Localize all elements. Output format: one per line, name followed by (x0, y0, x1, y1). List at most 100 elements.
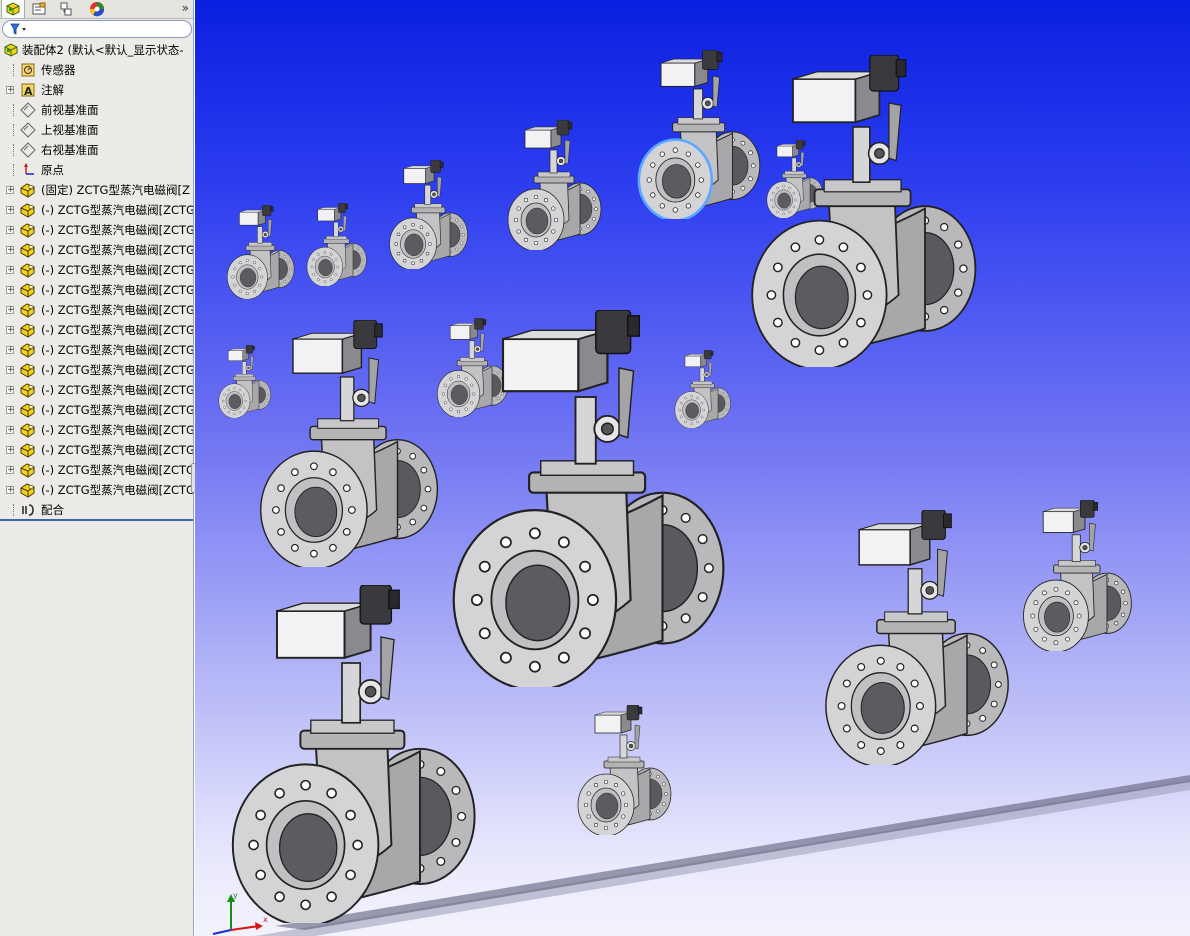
expand-toggle-icon[interactable]: + (6, 406, 15, 415)
panel-tab-bar: » (0, 0, 193, 19)
tree-connector (13, 504, 15, 516)
tree-item[interactable]: + (-) ZCTG型蒸汽电磁阀[ZCTG (0, 480, 193, 500)
tree-item[interactable]: + (-) ZCTG型蒸汽电磁阀[ZCTG (0, 420, 193, 440)
mates-icon (22, 504, 34, 516)
valve-model[interactable] (445, 309, 735, 691)
tree-filter-input[interactable] (2, 20, 192, 38)
axis-triad-icon: y x (212, 891, 268, 935)
assembly-icon (4, 43, 18, 57)
tree-item[interactable]: 前视基准面 (0, 100, 193, 120)
tree-item[interactable]: + (-) ZCTG型蒸汽电磁阀[ZCTG (0, 400, 193, 420)
valve-model[interactable] (1020, 499, 1136, 655)
valve-model[interactable] (745, 54, 985, 371)
expand-toggle-icon[interactable]: + (6, 426, 15, 435)
tree-item[interactable]: 上视基准面 (0, 120, 193, 140)
valve-model[interactable] (225, 584, 485, 927)
tree-item[interactable]: + (-) ZCTG型蒸汽电磁阀[ZCTG (0, 200, 193, 220)
valve-model[interactable] (225, 204, 297, 303)
tree-item-label: (-) ZCTG型蒸汽电磁阀[ZCTG (41, 483, 194, 497)
tree-item[interactable]: + A 注解 (0, 80, 193, 100)
tree-item-label: (-) ZCTG型蒸汽电磁阀[ZCTG (41, 203, 194, 217)
valve-model[interactable] (820, 509, 1016, 769)
annotation-icon: A (21, 83, 35, 98)
feature-manager-panel: » 装配体2 (默认<默认_显示状态- 传感器 + A 注解前视基准面 上视基准面 右视基… (0, 0, 194, 936)
tree-end-divider (0, 519, 193, 521)
part-icon (20, 183, 35, 198)
svg-text:y: y (233, 891, 238, 900)
tree-item[interactable]: 原点 (0, 160, 193, 180)
valve-model[interactable] (305, 202, 369, 290)
expand-toggle-icon[interactable]: + (6, 446, 15, 455)
configurationmanager-icon (60, 2, 72, 15)
part-icon (20, 443, 35, 458)
part-icon (20, 243, 35, 258)
tree-item[interactable]: + (-) ZCTG型蒸汽电磁阀[ZCTG (0, 280, 193, 300)
tree-item-label: (-) ZCTG型蒸汽电磁阀[ZCTG (41, 283, 194, 297)
tree-item[interactable]: + (固定) ZCTG型蒸汽电磁阀[Z (0, 180, 193, 200)
tree-root-assembly[interactable]: 装配体2 (默认<默认_显示状态- (0, 40, 193, 60)
expand-toggle-icon[interactable]: + (6, 286, 15, 295)
expand-toggle-icon[interactable]: + (6, 486, 15, 495)
expand-toggle-icon[interactable]: + (6, 346, 15, 355)
tree-connector (13, 144, 15, 156)
tree-root-label: 装配体2 (默认<默认_显示状态- (22, 43, 184, 57)
svg-text:x: x (263, 915, 268, 924)
expand-toggle-icon[interactable]: + (6, 186, 15, 195)
expand-panel-button[interactable]: » (182, 0, 189, 16)
part-icon (20, 283, 35, 298)
tree-item[interactable]: 配合 (0, 500, 193, 520)
graphics-area[interactable]: y x (195, 0, 1190, 936)
tree-item[interactable]: + (-) ZCTG型蒸汽电磁阀[ZCTG (0, 340, 193, 360)
part-icon (20, 303, 35, 318)
tree-item[interactable]: + (-) ZCTG型蒸汽电磁阀[ZCTG (0, 440, 193, 460)
valve-model[interactable] (575, 704, 675, 839)
propertymanager-icon (32, 2, 46, 14)
expand-toggle-icon[interactable]: + (6, 246, 15, 255)
tree-item-label: (-) ZCTG型蒸汽电磁阀[ZCTG (41, 343, 194, 357)
display-manager-icon (89, 1, 105, 16)
tree-item[interactable]: + (-) ZCTG型蒸汽电磁阀[ZCTG (0, 320, 193, 340)
expand-toggle-icon[interactable]: + (6, 206, 15, 215)
tree-item[interactable]: + (-) ZCTG型蒸汽电磁阀[ZCTG (0, 360, 193, 380)
valve-model[interactable] (505, 119, 605, 254)
expand-toggle-icon[interactable]: + (6, 386, 15, 395)
tree-item-label: (-) ZCTG型蒸汽电磁阀[ZCTG (41, 463, 194, 477)
tree-connector (13, 104, 15, 116)
tree-item-label: (固定) ZCTG型蒸汽电磁阀[Z (41, 183, 190, 197)
plane-icon (20, 122, 36, 138)
tree-item[interactable]: + (-) ZCTG型蒸汽电磁阀[ZCTG (0, 460, 193, 480)
valve-model[interactable] (255, 319, 445, 571)
tree-item[interactable]: + (-) ZCTG型蒸汽电磁阀[ZCTG (0, 220, 193, 240)
filter-icon (10, 23, 26, 35)
expand-toggle-icon[interactable]: + (6, 326, 15, 335)
propertymanager-tab[interactable] (28, 0, 50, 17)
part-icon (20, 403, 35, 418)
tree-item-label: (-) ZCTG型蒸汽电磁阀[ZCTG (41, 403, 194, 417)
tree-item[interactable]: 右视基准面 (0, 140, 193, 160)
tree-item[interactable]: + (-) ZCTG型蒸汽电磁阀[ZCTG (0, 260, 193, 280)
valve-model[interactable] (387, 159, 471, 273)
expand-toggle-icon[interactable]: + (6, 86, 15, 95)
tree-item[interactable]: + (-) ZCTG型蒸汽电磁阀[ZCTG (0, 380, 193, 400)
tree-item[interactable]: + (-) ZCTG型蒸汽电磁阀[ZCTG (0, 300, 193, 320)
tree-item-label: (-) ZCTG型蒸汽电磁阀[ZCTG (41, 243, 194, 257)
configurationmanager-tab[interactable] (56, 0, 78, 17)
tree-item[interactable]: 传感器 (0, 60, 193, 80)
expand-toggle-icon[interactable]: + (6, 306, 15, 315)
expand-toggle-icon[interactable]: + (6, 366, 15, 375)
featuremanager-icon (6, 2, 20, 16)
tree-item-label: 注解 (41, 83, 64, 97)
expand-toggle-icon[interactable]: + (6, 266, 15, 275)
part-icon (20, 483, 35, 498)
tree-item-label: 配合 (41, 503, 64, 517)
tree-item-label: (-) ZCTG型蒸汽电磁阀[ZCTG (41, 363, 194, 377)
part-icon (20, 423, 35, 438)
expand-toggle-icon[interactable]: + (6, 466, 15, 475)
part-icon (20, 363, 35, 378)
featuremanager-tab[interactable] (1, 0, 25, 18)
origin-icon (24, 163, 34, 175)
display-manager-tab[interactable] (86, 0, 108, 17)
tree-item[interactable]: + (-) ZCTG型蒸汽电磁阀[ZCTG (0, 240, 193, 260)
tree-item-label: (-) ZCTG型蒸汽电磁阀[ZCTG (41, 223, 194, 237)
expand-toggle-icon[interactable]: + (6, 226, 15, 235)
